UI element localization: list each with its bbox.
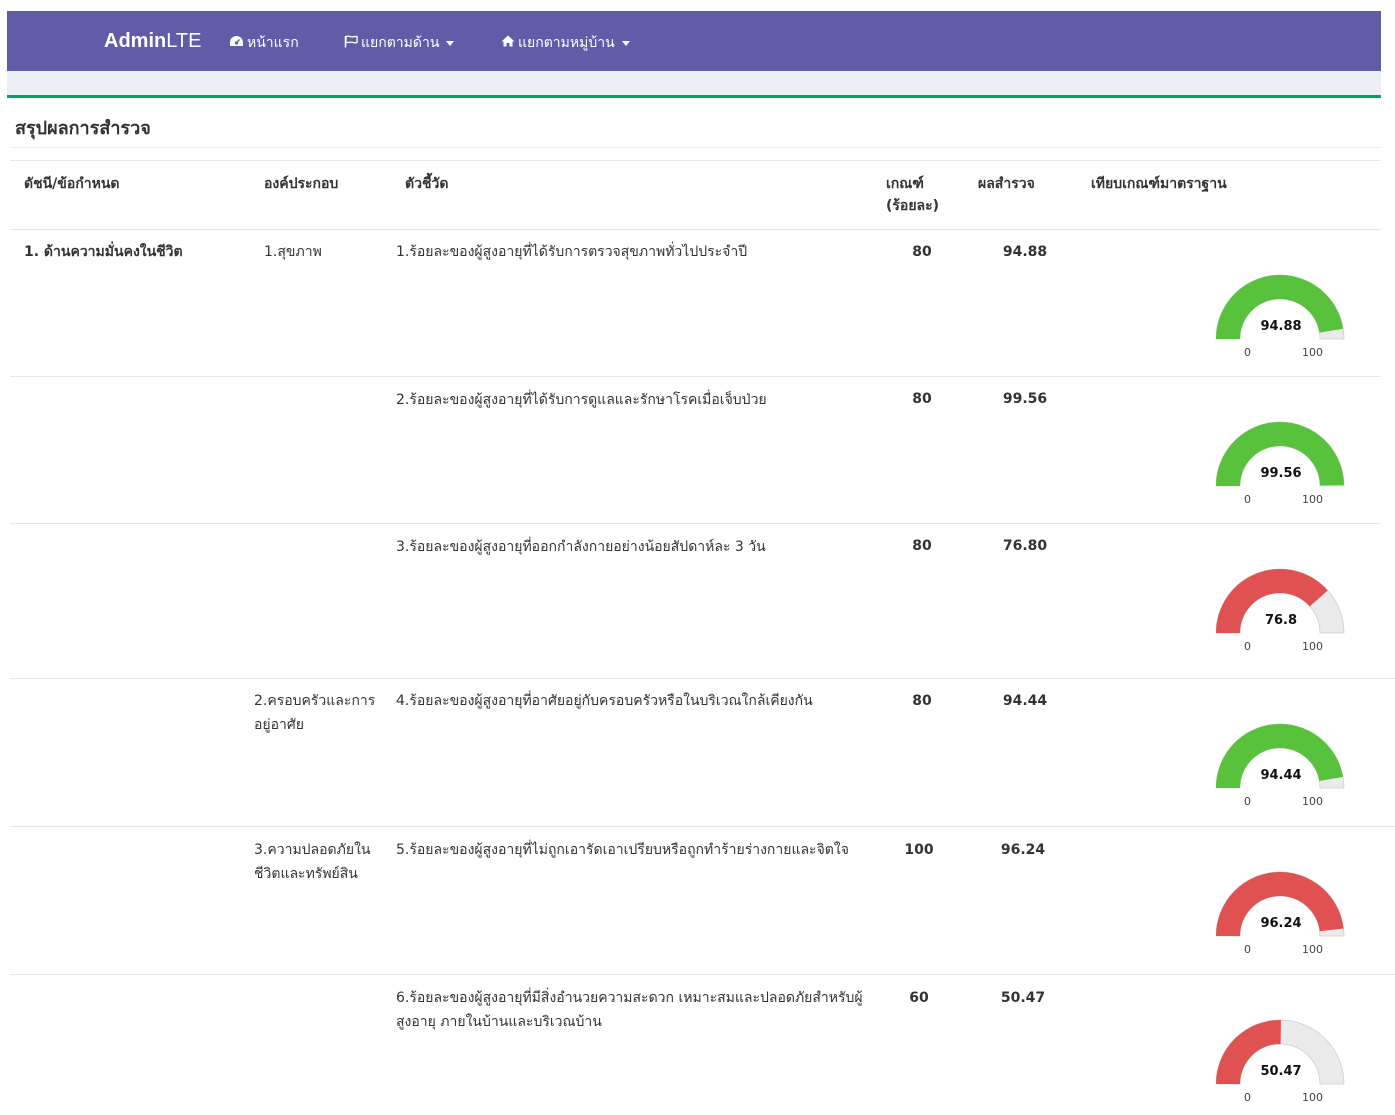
- criteria-cell: 80: [912, 693, 932, 709]
- divider: [10, 229, 1381, 230]
- gauge-chart: 94.88 0 100: [1216, 273, 1356, 373]
- gauge-chart: 96.24 0 100: [1216, 870, 1356, 970]
- gauge-min-label: 0: [1244, 493, 1251, 506]
- indicator-cell: 4.ร้อยละของผู้สูงอายุที่อาศัยอยู่กับครอบ…: [396, 693, 813, 709]
- gauge-min-label: 0: [1244, 1091, 1251, 1104]
- gauge-max-label: 100: [1302, 795, 1323, 808]
- gauge-max-label: 100: [1302, 493, 1323, 506]
- gauge-value-label: 94.88: [1260, 319, 1302, 334]
- brand-logo[interactable]: AdminLTE: [104, 30, 201, 53]
- criteria-cell: 80: [912, 538, 932, 554]
- criteria-cell: 80: [912, 391, 932, 407]
- flag-icon: [344, 34, 358, 52]
- component-cell: 1.สุขภาพ: [264, 244, 322, 260]
- result-cell: 94.88: [1002, 244, 1048, 260]
- gauge-max-label: 100: [1302, 640, 1323, 653]
- header-index: ดัชนี/ข้อกำหนด: [24, 176, 120, 192]
- chevron-down-icon: [621, 40, 630, 46]
- indicator-cell: 2.ร้อยละของผู้สูงอายุที่ได้รับการดูแลและ…: [396, 392, 767, 408]
- header-result: ผลสำรวจ: [978, 176, 1035, 192]
- divider: [10, 376, 1381, 377]
- header-indicator: ตัวชี้วัด: [405, 176, 449, 192]
- dashboard-icon: [229, 35, 244, 52]
- divider: [10, 678, 1395, 679]
- box-top-border: [7, 95, 1381, 98]
- gauge-value-label: 94.44: [1260, 768, 1302, 783]
- gauge-max-label: 100: [1302, 943, 1323, 956]
- divider: [10, 160, 1381, 161]
- divider: [10, 974, 1395, 975]
- nav-by-village[interactable]: แยกตามหมู่บ้าน: [501, 32, 630, 54]
- content-header-bar: [7, 71, 1381, 95]
- gauge-chart: 99.56 0 100: [1216, 420, 1356, 520]
- header-component: องค์ประกอบ: [264, 176, 339, 192]
- divider: [10, 147, 1381, 148]
- gauge-chart: 94.44 0 100: [1216, 722, 1356, 822]
- gauge-value-label: 96.24: [1260, 916, 1302, 931]
- nav-by-aspect[interactable]: แยกตามด้าน: [344, 32, 455, 54]
- gauge-chart: 76.8 0 100: [1216, 567, 1356, 667]
- gauge-min-label: 0: [1244, 943, 1251, 956]
- home-icon: [501, 35, 515, 51]
- gauge-max-label: 100: [1302, 1091, 1323, 1104]
- result-cell: 94.44: [1002, 693, 1048, 709]
- gauge-max-label: 100: [1302, 346, 1323, 359]
- indicator-cell: 5.ร้อยละของผู้สูงอายุที่ไม่ถูกเอารัดเอาเ…: [396, 842, 849, 858]
- divider: [10, 826, 1395, 827]
- header-criteria: เกณฑ์ (ร้อยละ): [886, 176, 940, 214]
- nav-home[interactable]: หน้าแรก: [229, 32, 299, 54]
- index-cell: 1. ด้านความมั่นคงในชีวิต: [24, 244, 183, 260]
- box-title: สรุปผลการสำรวจ: [15, 118, 151, 139]
- criteria-cell: 80: [912, 244, 932, 260]
- top-strip: [0, 0, 1395, 10]
- indicator-cell: 6.ร้อยละของผู้สูงอายุที่มีสิ่งอำนวยความส…: [396, 990, 863, 1030]
- indicator-cell: 1.ร้อยละของผู้สูงอายุที่ได้รับการตรวจสุข…: [396, 244, 748, 260]
- nav-home-label: หน้าแรก: [247, 35, 299, 51]
- header-compare: เทียบเกณฑ์มาตราฐาน: [1091, 176, 1227, 192]
- gauge-chart: 50.47 0 100: [1216, 1018, 1356, 1115]
- gauge-value-label: 99.56: [1260, 466, 1302, 481]
- component-cell: 3.ความปลอดภัยในชีวิตและทรัพย์สิน: [254, 842, 371, 882]
- chevron-down-icon: [446, 40, 455, 46]
- result-cell: 99.56: [1002, 391, 1048, 407]
- gauge-min-label: 0: [1244, 795, 1251, 808]
- criteria-cell: 60: [909, 990, 929, 1006]
- result-cell: 50.47: [1000, 990, 1046, 1006]
- top-navbar: AdminLTE หน้าแรก แยกตามด้าน แยกตามหมู่บ้…: [7, 11, 1381, 71]
- nav-by-aspect-label: แยกตามด้าน: [361, 35, 440, 51]
- gauge-min-label: 0: [1244, 640, 1251, 653]
- result-cell: 96.24: [1000, 842, 1046, 858]
- divider: [10, 523, 1381, 524]
- gauge-value-label: 76.8: [1264, 613, 1298, 628]
- indicator-cell: 3.ร้อยละของผู้สูงอายุที่ออกกำลังกายอย่าง…: [396, 539, 766, 555]
- result-cell: 76.80: [1002, 538, 1048, 554]
- criteria-cell: 100: [904, 842, 934, 858]
- gauge-min-label: 0: [1244, 346, 1251, 359]
- gauge-value-label: 50.47: [1260, 1064, 1302, 1079]
- nav-by-village-label: แยกตามหมู่บ้าน: [518, 35, 615, 51]
- component-cell: 2.ครอบครัวและการอยู่อาศัย: [254, 693, 376, 733]
